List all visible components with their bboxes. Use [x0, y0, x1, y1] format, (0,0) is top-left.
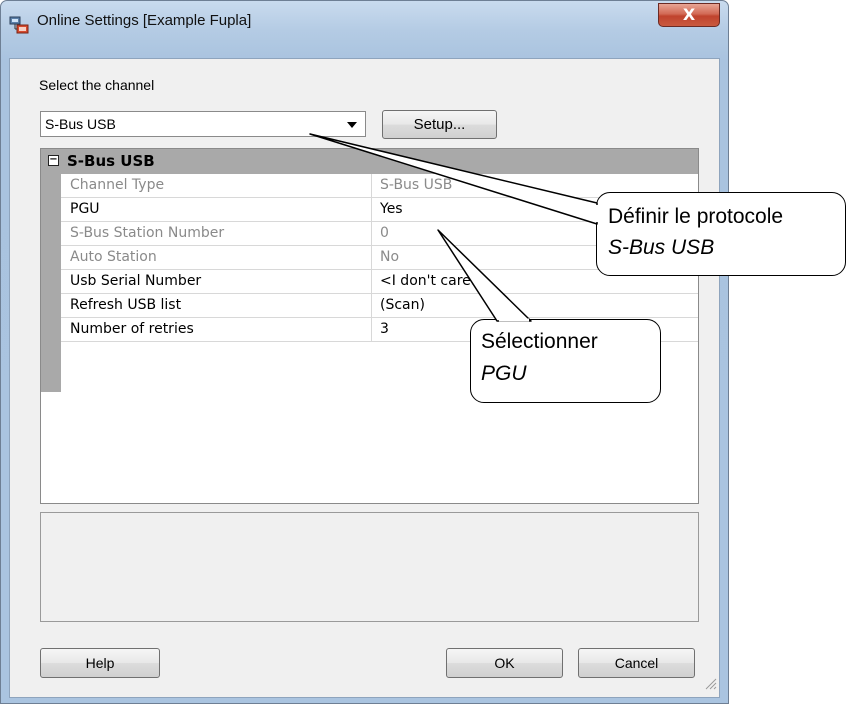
property-name: Channel Type: [70, 177, 165, 193]
column-divider: [371, 270, 372, 294]
column-divider: [371, 222, 372, 246]
property-value[interactable]: Yes: [380, 201, 403, 217]
callout-pgu: Sélectionner PGU: [470, 319, 661, 403]
column-divider: [371, 198, 372, 222]
column-divider: [371, 294, 372, 318]
callout-pgu-line1: Sélectionner: [481, 330, 598, 353]
property-value[interactable]: 3: [380, 321, 389, 337]
callout-protocol-line1: Définir le protocole: [608, 205, 784, 228]
property-name: Auto Station: [70, 249, 157, 265]
network-settings-icon: [9, 16, 29, 34]
close-icon: X: [682, 5, 696, 24]
property-row-refresh-usb[interactable]: Refresh USB list (Scan): [61, 294, 698, 318]
property-value: 0: [380, 225, 389, 241]
property-value: S-Bus USB: [380, 177, 453, 193]
property-name: Refresh USB list: [70, 297, 182, 313]
setup-button[interactable]: Setup...: [382, 110, 497, 139]
property-name: Number of retries: [70, 321, 194, 337]
help-button[interactable]: Help: [40, 648, 160, 678]
chevron-down-icon[interactable]: [347, 122, 357, 128]
property-name: PGU: [70, 201, 100, 217]
ok-button[interactable]: OK: [446, 648, 563, 678]
grid-left-margin: [41, 174, 61, 392]
property-value: No: [380, 249, 400, 265]
callout-pgu-line2: PGU: [481, 362, 527, 385]
description-panel: [40, 512, 699, 622]
column-divider: [371, 318, 372, 342]
property-value[interactable]: <I don't care>: [380, 273, 483, 289]
collapse-icon[interactable]: −: [48, 155, 59, 166]
channel-select[interactable]: S-Bus USB: [40, 111, 366, 137]
property-name: S-Bus Station Number: [70, 225, 225, 241]
category-row[interactable]: − S-Bus USB: [41, 149, 698, 174]
property-name: Usb Serial Number: [70, 273, 202, 289]
title-bar[interactable]: Online Settings [Example Fupla] X: [1, 1, 728, 47]
callout-protocol-line2: S-Bus USB: [608, 236, 715, 259]
close-button[interactable]: X: [658, 3, 720, 27]
callout-protocol: Définir le protocole S-Bus USB: [596, 192, 846, 276]
resize-grip-icon[interactable]: [703, 676, 717, 690]
window-title: Online Settings [Example Fupla]: [37, 12, 252, 29]
category-label: S-Bus USB: [67, 152, 155, 170]
property-value[interactable]: (Scan): [380, 297, 425, 313]
column-divider: [371, 246, 372, 270]
column-divider: [371, 174, 372, 198]
cancel-button[interactable]: Cancel: [578, 648, 695, 678]
channel-select-value: S-Bus USB: [45, 116, 116, 132]
channel-label: Select the channel: [39, 77, 155, 93]
